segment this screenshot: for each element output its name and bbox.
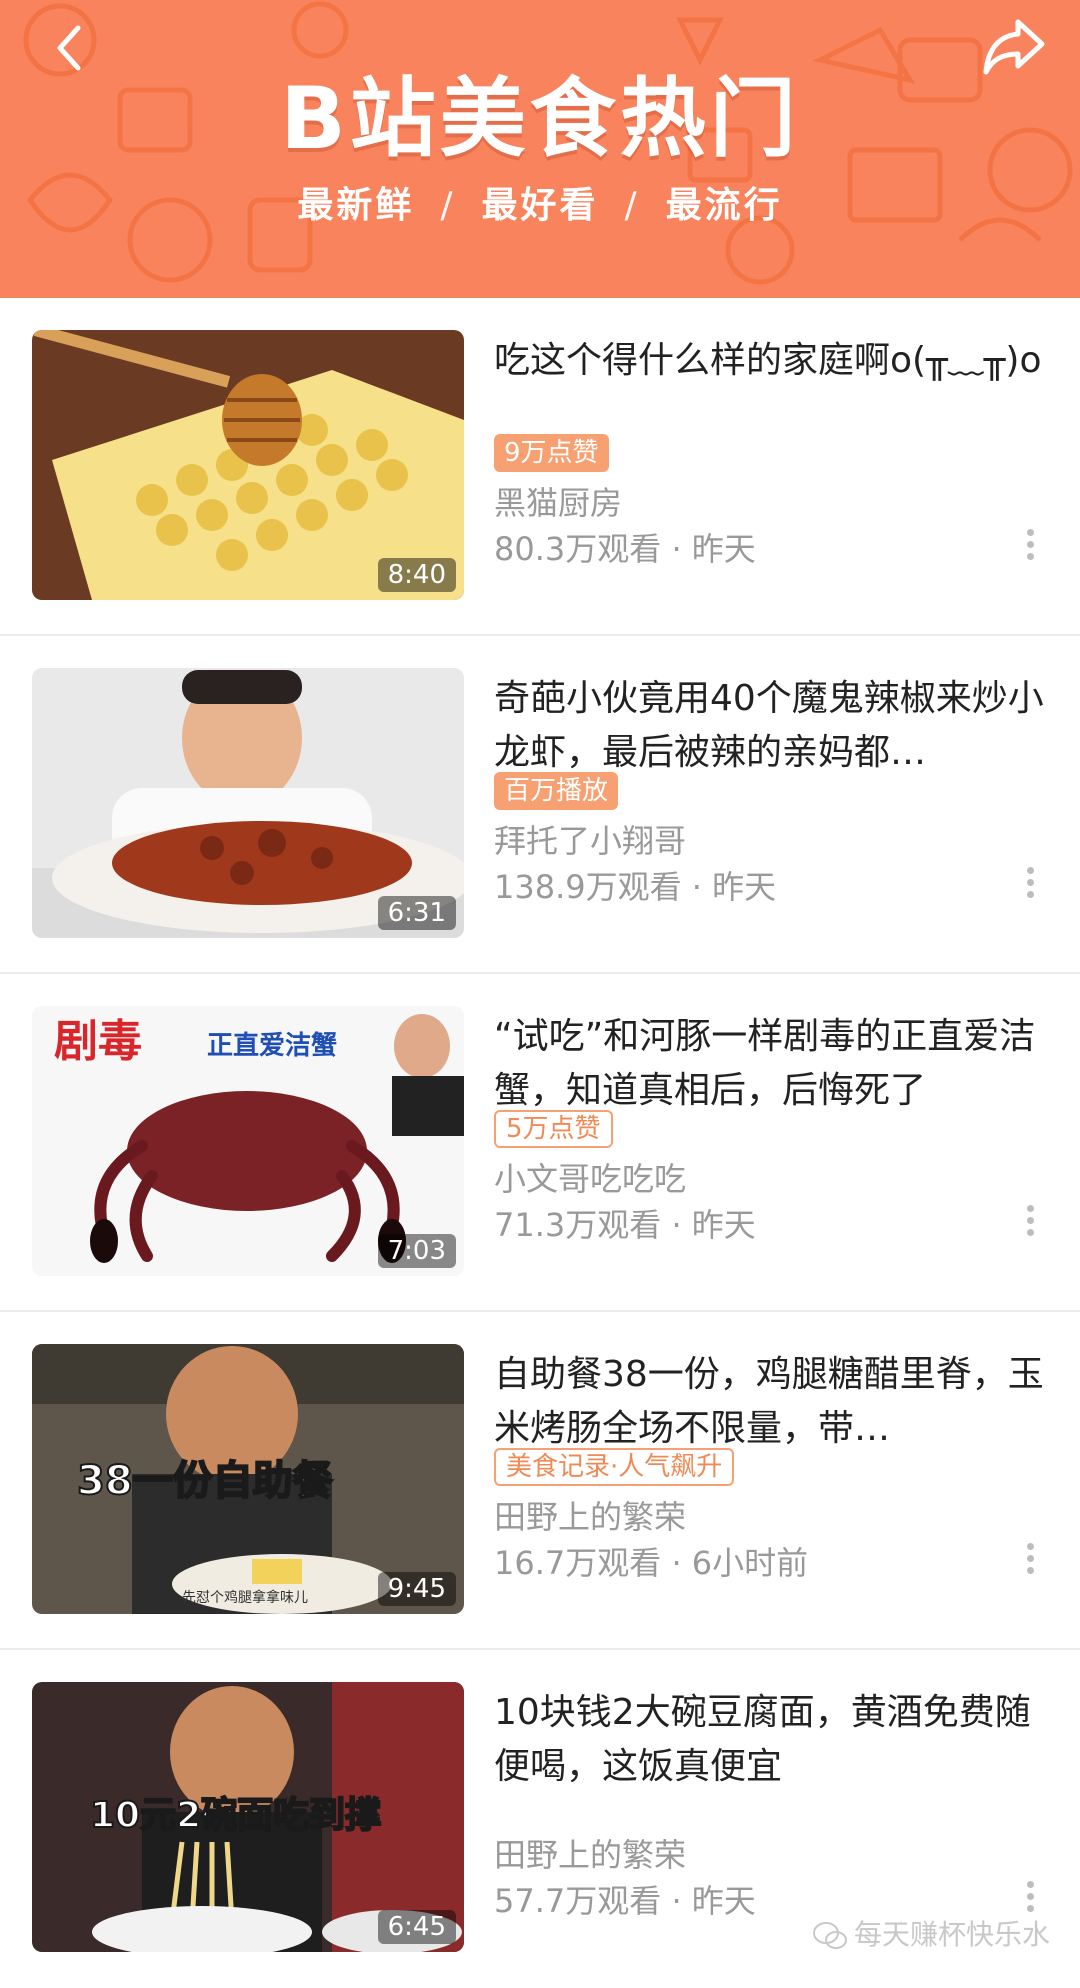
more-options-button[interactable] — [1020, 862, 1040, 906]
video-list-item[interactable]: 38一份自助餐 先怼个鸡腿拿拿味儿 9:45 自助餐38一份，鸡腿糖醋里脊，玉米… — [0, 1312, 1080, 1650]
more-options-button[interactable] — [1020, 524, 1040, 568]
more-options-button[interactable] — [1020, 1200, 1040, 1244]
video-badge: 百万播放 — [494, 772, 619, 810]
thumb-text: 10元2碗面吃到撑 — [90, 1795, 381, 1836]
video-author[interactable]: 田野上的繁荣 — [494, 1830, 686, 1876]
view-count: 80.3万观看 — [494, 530, 662, 568]
video-title[interactable]: 10块钱2大碗豆腐面，黄酒免费随便喝，这饭真便宜 — [494, 1686, 1050, 1794]
video-duration: 7:03 — [377, 1234, 456, 1268]
video-title[interactable]: 吃这个得什么样的家庭啊o(╥﹏╥)o — [494, 334, 1050, 388]
video-meta: 80.3万观看 · 昨天 — [494, 524, 756, 570]
video-duration: 8:40 — [377, 558, 456, 592]
meta-separator: · — [671, 1882, 682, 1920]
publish-time: 昨天 — [712, 868, 777, 906]
meta-separator: · — [671, 1544, 682, 1582]
view-count: 138.9万观看 — [494, 868, 682, 906]
page-title: B站美食热门 — [280, 69, 800, 169]
video-author[interactable]: 拜托了小翔哥 — [494, 816, 686, 862]
view-count: 16.7万观看 — [494, 1544, 662, 1582]
video-duration: 6:31 — [377, 896, 456, 930]
video-meta: 16.7万观看 · 6小时前 — [494, 1538, 808, 1584]
thumb-text: 剧毒 — [54, 1016, 142, 1067]
thumb-text: 38一份自助餐 — [77, 1458, 333, 1504]
publish-time: 昨天 — [691, 1206, 756, 1244]
view-count: 57.7万观看 — [494, 1882, 662, 1920]
video-list-item[interactable]: 剧毒 正直爱洁蟹 7:03 “试吃”和河豚一样剧毒的正直爱洁蟹，知道真相后，后悔… — [0, 974, 1080, 1312]
subnav-separator: / — [440, 185, 456, 226]
more-options-button[interactable] — [1020, 1538, 1040, 1582]
subnav-item-popular[interactable]: 最流行 — [666, 176, 783, 228]
publish-time: 昨天 — [691, 530, 756, 568]
video-thumbnail[interactable]: 8:40 — [32, 330, 464, 600]
thumb-subtext: 先怼个鸡腿拿拿味儿 — [182, 1589, 308, 1606]
video-badge: 美食记录·人气飙升 — [494, 1448, 735, 1486]
view-count: 71.3万观看 — [494, 1206, 662, 1244]
video-meta: 138.9万观看 · 昨天 — [494, 862, 776, 908]
video-meta: 71.3万观看 · 昨天 — [494, 1200, 756, 1246]
video-thumbnail[interactable]: 38一份自助餐 先怼个鸡腿拿拿味儿 9:45 — [32, 1344, 464, 1614]
video-author[interactable]: 田野上的繁荣 — [494, 1492, 686, 1538]
watermark: 每天赚杯快乐水 — [812, 1913, 1050, 1953]
video-duration: 6:45 — [377, 1910, 456, 1944]
video-thumbnail[interactable]: 剧毒 正直爱洁蟹 7:03 — [32, 1006, 464, 1276]
publish-time: 昨天 — [691, 1882, 756, 1920]
video-badge: 5万点赞 — [494, 1110, 613, 1148]
video-title[interactable]: 奇葩小伙竟用40个魔鬼辣椒来炒小龙虾，最后被辣的亲妈都… — [494, 672, 1050, 780]
video-meta: 57.7万观看 · 昨天 — [494, 1876, 756, 1922]
header-banner: B站美食热门 最新鲜 / 最好看 / 最流行 — [0, 0, 1080, 298]
subnav-item-newest[interactable]: 最新鲜 — [297, 176, 414, 228]
video-list-item[interactable]: 8:40 吃这个得什么样的家庭啊o(╥﹏╥)o 9万点赞 黑猫厨房 80.3万观… — [0, 298, 1080, 636]
watermark-text: 每天赚杯快乐水 — [853, 1918, 1050, 1951]
subnav: 最新鲜 / 最好看 / 最流行 — [0, 176, 1080, 228]
publish-time: 6小时前 — [691, 1544, 809, 1582]
video-title[interactable]: “试吃”和河豚一样剧毒的正直爱洁蟹，知道真相后，后悔死了 — [494, 1010, 1050, 1118]
video-author[interactable]: 小文哥吃吃吃 — [494, 1154, 686, 1200]
meta-separator: · — [691, 868, 702, 906]
meta-separator: · — [671, 530, 682, 568]
video-thumbnail[interactable]: 10元2碗面吃到撑 6:45 — [32, 1682, 464, 1952]
video-thumbnail[interactable]: 6:31 — [32, 668, 464, 938]
subnav-item-best[interactable]: 最好看 — [481, 176, 598, 228]
video-list-item[interactable]: 6:31 奇葩小伙竟用40个魔鬼辣椒来炒小龙虾，最后被辣的亲妈都… 百万播放 拜… — [0, 636, 1080, 974]
video-badge: 9万点赞 — [494, 434, 609, 472]
wechat-icon — [812, 1922, 847, 1949]
video-duration: 9:45 — [377, 1572, 456, 1606]
thumb-subtext: 正直爱洁蟹 — [207, 1030, 337, 1061]
meta-separator: · — [671, 1206, 682, 1244]
video-title[interactable]: 自助餐38一份，鸡腿糖醋里脊，玉米烤肠全场不限量，带… — [494, 1348, 1050, 1456]
subnav-separator: / — [624, 185, 640, 226]
video-author[interactable]: 黑猫厨房 — [494, 478, 622, 524]
